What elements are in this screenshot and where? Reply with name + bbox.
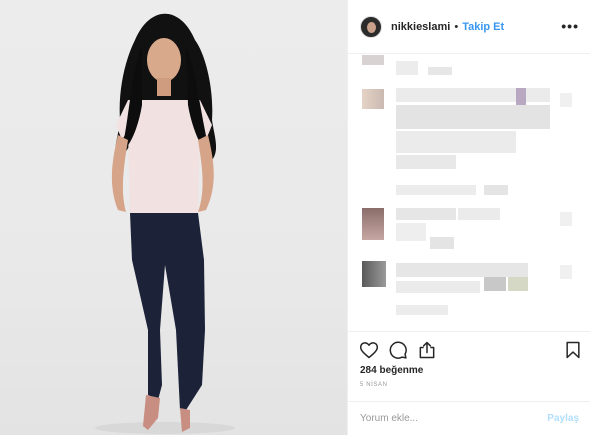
heart-icon[interactable] [359, 340, 379, 360]
comment-avatar[interactable] [362, 55, 384, 65]
comment-avatar[interactable] [362, 89, 384, 109]
comment-text [396, 281, 480, 293]
follow-button[interactable]: Takip Et [462, 21, 504, 33]
comment-avatar[interactable] [362, 261, 386, 287]
bookmark-icon[interactable] [563, 340, 583, 360]
likes-count[interactable]: 284 beğenme [360, 365, 423, 376]
comment-text [430, 237, 454, 249]
comment-text [516, 88, 526, 106]
comment-icon[interactable] [388, 340, 408, 360]
comment-text [560, 212, 572, 226]
post-header: nikkieslami • Takip Et ••• [348, 0, 590, 54]
comment-text [396, 305, 448, 315]
comment-text [428, 67, 452, 75]
comment-text [396, 105, 550, 129]
post-comment-button[interactable]: Paylaş [547, 413, 579, 424]
comment-avatar[interactable] [362, 208, 384, 240]
comment-text [396, 131, 516, 153]
comment-text [508, 277, 528, 291]
comment-text [484, 185, 508, 195]
comments-list [348, 55, 590, 330]
comment-text [396, 88, 550, 102]
comment-text [484, 277, 506, 291]
comment-text [396, 223, 426, 241]
username-link[interactable]: nikkieslami [391, 21, 450, 33]
comment-text [396, 155, 456, 169]
comment-text [560, 93, 572, 107]
more-options-icon[interactable]: ••• [561, 18, 579, 34]
separator-dot: • [454, 20, 459, 33]
post-date: 5 NİSAN [360, 382, 388, 388]
post-actions: 284 beğenme 5 NİSAN [348, 331, 590, 401]
add-comment-bar: Paylaş [348, 401, 590, 435]
person-photo-image [95, 13, 235, 434]
comment-text [396, 263, 528, 277]
avatar[interactable] [360, 15, 382, 38]
comment-text [396, 61, 418, 75]
comment-input[interactable] [360, 413, 548, 424]
share-icon[interactable] [417, 340, 437, 360]
comment-text [458, 208, 500, 220]
comment-text [560, 265, 572, 279]
comment-text [396, 208, 456, 220]
post-side-panel: nikkieslami • Takip Et ••• 284 beğenme 5… [347, 0, 590, 435]
post-photo[interactable] [0, 0, 347, 435]
comment-text [396, 185, 476, 195]
